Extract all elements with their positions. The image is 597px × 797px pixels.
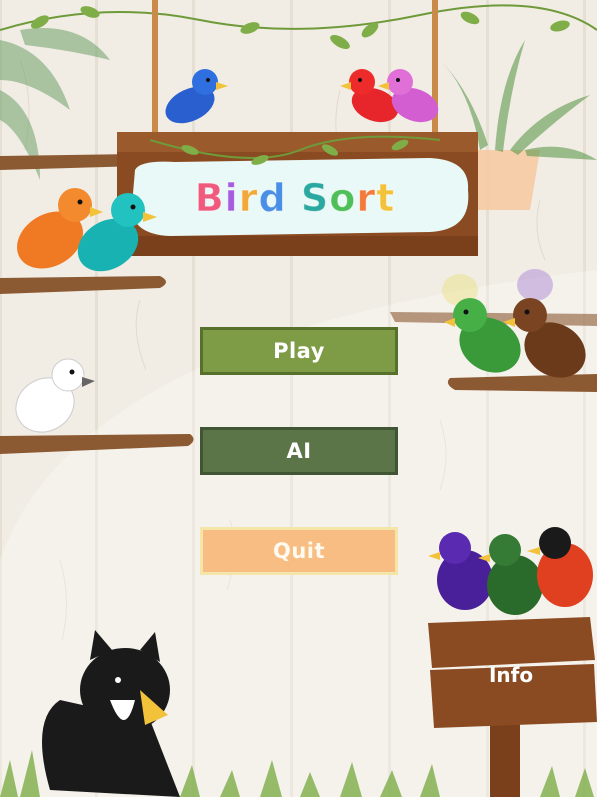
title-letter: S: [300, 176, 330, 221]
ai-button[interactable]: AI: [200, 427, 398, 475]
play-button[interactable]: Play: [200, 327, 398, 375]
title-letter: o: [329, 176, 357, 221]
title-letter: [287, 176, 301, 220]
info-button[interactable]: Info: [470, 663, 552, 687]
title-letter: t: [376, 176, 396, 221]
title-letter: d: [258, 176, 287, 221]
title-letter: i: [224, 176, 239, 221]
title-letter: r: [356, 176, 377, 221]
title-letter: B: [194, 176, 225, 221]
game-title: Bird Sort: [140, 176, 450, 221]
title-letter: r: [238, 176, 259, 221]
quit-button[interactable]: Quit: [200, 527, 398, 575]
